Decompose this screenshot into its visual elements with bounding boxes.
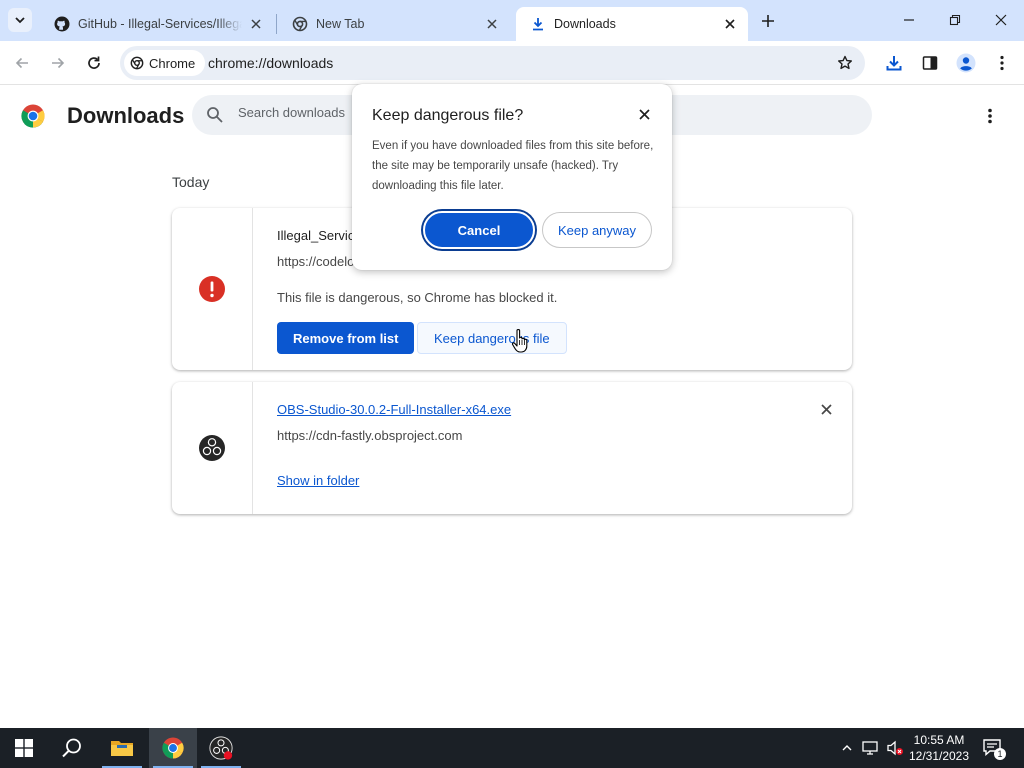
chrome-newtab-icon (292, 16, 308, 32)
tab-title: GitHub - Illegal-Services/Illegal_Servic… (78, 17, 242, 31)
arrow-left-icon (15, 57, 28, 69)
windows-taskbar: 10:55 AM 12/31/2023 1 (0, 728, 1024, 768)
close-tab-icon[interactable] (722, 16, 738, 32)
file-icon-column (172, 382, 253, 514)
page-title: Downloads (67, 103, 185, 128)
chrome-logo-icon (162, 737, 184, 759)
close-tab-icon[interactable] (484, 16, 500, 32)
address-bar[interactable]: Chrome chrome://downloads (120, 46, 865, 80)
minimize-button[interactable] (886, 0, 932, 40)
reload-button[interactable] (80, 49, 108, 77)
keep-dangerous-file-button[interactable]: Keep dangerous file (417, 322, 567, 354)
github-icon (54, 16, 70, 32)
site-info-chip[interactable]: Chrome (124, 50, 206, 76)
download-item-obs: OBS-Studio-30.0.2-Full-Installer-x64.exe… (172, 382, 852, 514)
tab-title: Downloads (554, 17, 616, 31)
chrome-logo-icon (21, 104, 45, 128)
folder-icon (111, 741, 133, 756)
bookmark-star-icon[interactable] (833, 51, 857, 75)
close-window-button[interactable] (978, 0, 1024, 40)
close-tab-icon[interactable] (248, 16, 264, 32)
file-source-url: https://cdn-fastly.obsproject.com (277, 428, 463, 443)
show-hidden-icons-chevron-icon[interactable] (838, 739, 856, 757)
chrome-menu-button[interactable] (988, 49, 1016, 77)
downloads-toolbar-button[interactable] (880, 49, 908, 77)
notification-count-badge: 1 (994, 748, 1006, 760)
taskbar-file-explorer[interactable] (98, 728, 146, 768)
more-vertical-icon (1000, 55, 1004, 71)
tab-downloads[interactable]: Downloads (516, 7, 748, 41)
close-icon (995, 14, 1007, 26)
profile-avatar-icon (956, 53, 976, 73)
tab-separator (276, 14, 277, 34)
forward-button[interactable] (44, 49, 72, 77)
dialog-close-icon[interactable] (636, 106, 652, 122)
restore-icon (949, 14, 961, 26)
minimize-icon (904, 19, 914, 21)
danger-warning-text: This file is dangerous, so Chrome has bl… (277, 290, 558, 305)
show-in-folder-link[interactable]: Show in folder (277, 473, 359, 488)
obs-icon (209, 736, 233, 760)
downloads-menu-button[interactable] (978, 104, 1002, 128)
hand-cursor-icon (511, 328, 528, 353)
obs-icon (199, 435, 225, 461)
taskbar-clock[interactable]: 10:55 AM 12/31/2023 (904, 732, 974, 764)
file-name-link[interactable]: OBS-Studio-30.0.2-Full-Installer-x64.exe (277, 402, 511, 417)
dialog-title: Keep dangerous file? (372, 107, 524, 124)
search-icon (62, 738, 81, 758)
notification-center-button[interactable]: 1 (982, 738, 1006, 760)
tab-search-button[interactable] (8, 8, 32, 32)
taskbar-chrome[interactable] (149, 728, 197, 768)
download-icon (530, 16, 546, 32)
search-icon (206, 106, 224, 129)
remove-from-list-button[interactable]: Remove from list (277, 322, 415, 354)
start-button[interactable] (0, 728, 48, 768)
side-panel-button[interactable] (916, 49, 944, 77)
keep-anyway-button[interactable]: Keep anyway (542, 212, 652, 248)
taskbar-search-button[interactable] (48, 728, 96, 768)
cancel-button[interactable]: Cancel (423, 211, 535, 249)
browser-toolbar: Chrome chrome://downloads (0, 41, 1024, 85)
tab-strip: GitHub - Illegal-Services/Illegal_Servic… (0, 0, 1024, 41)
arrow-right-icon (52, 57, 65, 69)
url-text[interactable]: chrome://downloads (208, 55, 333, 71)
chip-label: Chrome (149, 55, 196, 71)
new-tab-button[interactable] (756, 9, 780, 33)
dialog-message: Even if you have downloaded files from t… (372, 140, 654, 192)
download-icon (886, 56, 902, 71)
network-icon[interactable] (862, 739, 880, 757)
more-vertical-icon (988, 108, 992, 124)
tab-title: New Tab (316, 17, 365, 31)
keep-dangerous-file-dialog: Keep dangerous file? Even if you have do… (352, 84, 672, 270)
date-section-label: Today (172, 174, 210, 190)
back-button[interactable] (8, 49, 36, 77)
profile-button[interactable] (952, 49, 980, 77)
remove-item-close-icon[interactable] (818, 401, 834, 417)
restore-button[interactable] (932, 0, 978, 40)
reload-icon (88, 56, 100, 69)
file-icon-column (172, 208, 253, 370)
taskbar-obs[interactable] (197, 728, 245, 768)
plus-icon (762, 15, 774, 27)
windows-logo-icon (15, 739, 33, 757)
file-source-url: https://codelo (277, 254, 355, 269)
file-name: Illegal_Servic (277, 228, 355, 243)
warning-icon (199, 276, 225, 302)
volume-muted-icon[interactable] (886, 739, 904, 757)
chevron-down-icon (15, 17, 25, 24)
side-panel-icon (922, 56, 938, 70)
clock-time: 10:55 AM (913, 733, 965, 747)
tab-github[interactable]: GitHub - Illegal-Services/Illegal_Servic… (40, 7, 274, 41)
tab-new-tab[interactable]: New Tab (278, 7, 510, 41)
chrome-icon (130, 56, 144, 70)
clock-date: 12/31/2023 (908, 749, 970, 763)
